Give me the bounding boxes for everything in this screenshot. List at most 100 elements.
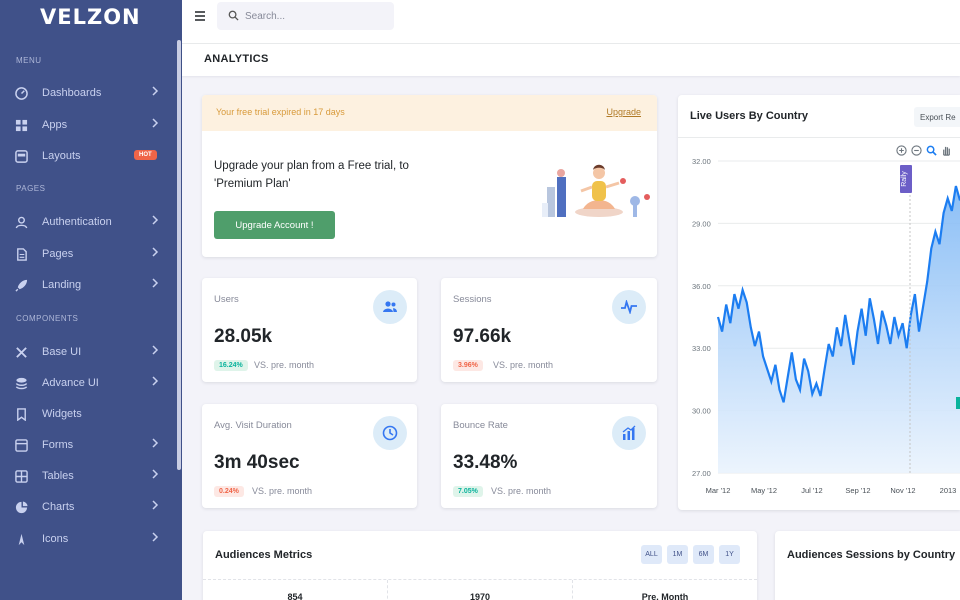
x-tick-label: Nov '12 (890, 486, 915, 495)
sessions-by-country-card: Audiences Sessions by Country (775, 531, 960, 600)
sidebar-item-pages[interactable]: Pages (0, 241, 176, 267)
sidebar-item-label: Apps (42, 119, 68, 131)
search-input[interactable] (245, 8, 385, 24)
summary-cell: 854 (203, 580, 388, 600)
chevron-right-icon (151, 531, 159, 545)
chevron-right-icon (151, 277, 159, 291)
x-tick-label: May '12 (751, 486, 777, 495)
chevron-right-icon (151, 437, 159, 451)
sidebar-item-advance-ui[interactable]: Advance UI (0, 370, 176, 396)
users-icon (373, 290, 407, 324)
trial-notice-bar: Your free trial expired in 17 days Upgra… (202, 95, 657, 131)
stat-value: 28.05k (214, 326, 273, 347)
apps-grid-icon (14, 118, 28, 132)
annotation-label: Rally (901, 171, 908, 187)
upgrade-card: Your free trial expired in 17 days Upgra… (202, 95, 657, 257)
forms-icon (14, 438, 28, 452)
stat-card-bounce-rate: Bounce Rate 33.48% 7.05% VS. pre. month (441, 404, 657, 508)
filter-6m-button[interactable]: 6M (693, 545, 714, 564)
x-tick-label: Mar '12 (706, 486, 731, 495)
section-title-menu: MENU (16, 56, 42, 65)
layouts-icon (14, 149, 28, 163)
sidebar-item-tables[interactable]: Tables (0, 463, 176, 489)
sidebar-item-charts[interactable]: Charts (0, 494, 176, 520)
sidebar-item-label: Icons (42, 533, 69, 545)
filter-1m-button[interactable]: 1M (667, 545, 688, 564)
sessions-by-country-title: Audiences Sessions by Country (787, 549, 956, 561)
sidebar-item-label: Pages (42, 248, 74, 260)
audiences-summary-row: 854 1970 Pre. Month (203, 579, 757, 600)
x-tick-label: Jul '12 (801, 486, 822, 495)
sidebar-item-icons[interactable]: Icons (0, 526, 176, 552)
sidebar-item-label: Base UI (42, 346, 82, 358)
y-tick-label: 29.00 (692, 219, 711, 228)
chevron-right-icon (151, 468, 159, 482)
stat-value: 3m 40sec (214, 452, 300, 473)
sidebar-item-dashboards[interactable]: Dashboards (0, 80, 176, 106)
stat-card-users: Users 28.05k 16.24% VS. pre. month (202, 278, 417, 382)
sidebar-item-label: Dashboards (42, 87, 102, 99)
compass-icon (14, 532, 28, 546)
upgrade-account-button[interactable]: Upgrade Account ! (214, 211, 335, 239)
sidebar-item-label: Tables (42, 470, 74, 482)
stat-label: Avg. Visit Duration (214, 420, 292, 431)
summary-value: 854 (287, 592, 303, 600)
stat-value: 33.48% (453, 452, 518, 473)
sidebar-item-landing[interactable]: Landing (0, 272, 176, 298)
dashboard-icon (14, 86, 28, 100)
stat-change-badge: 7.05% (453, 486, 483, 497)
stack-icon (14, 376, 28, 390)
stat-comparison-text: VS. pre. month (252, 486, 313, 496)
card-divider (678, 137, 960, 138)
sidebar-item-widgets[interactable]: Widgets (0, 401, 176, 427)
pie-chart-icon (14, 500, 28, 514)
hot-badge: HOT (134, 150, 157, 160)
upgrade-link[interactable]: Upgrade (606, 107, 641, 117)
sidebar-item-label: Widgets (42, 408, 82, 420)
sidebar-item-base-ui[interactable]: Base UI (0, 339, 176, 365)
sidebar-item-label: Layouts (42, 150, 81, 162)
sidebar-item-apps[interactable]: Apps (0, 112, 176, 138)
pulse-icon (612, 290, 646, 324)
sidebar-scrollbar[interactable] (177, 40, 181, 470)
sidebar-item-label: Authentication (42, 216, 112, 228)
stat-label: Sessions (453, 294, 492, 305)
sidebar-item-layouts[interactable]: Layouts HOT (0, 143, 176, 169)
section-title-components: COMPONENTS (16, 314, 79, 323)
clock-icon (373, 416, 407, 450)
sidebar-item-authentication[interactable]: Authentication (0, 209, 176, 235)
upgrade-message: Upgrade your plan from a Free trial, to … (214, 160, 409, 190)
y-tick-label: 27.00 (692, 469, 711, 478)
filter-1y-button[interactable]: 1Y (719, 545, 740, 564)
sidebar-item-label: Landing (42, 279, 82, 291)
live-users-chart[interactable]: 32.00 29.00 36.00 33.00 30.00 27.00 Mar '12 Ma… (678, 153, 960, 503)
stat-change-badge: 0.24% (214, 486, 244, 497)
audiences-metrics-card: Audiences Metrics ALL 1M 6M 1Y 854 1970 … (203, 531, 757, 600)
stat-card-sessions: Sessions 97.66k 3.96% VS. pre. month (441, 278, 657, 382)
export-report-button[interactable]: Export Re (914, 107, 960, 127)
summary-value: 1970 (469, 592, 491, 600)
stat-comparison-text: VS. pre. month (254, 360, 315, 370)
filter-all-button[interactable]: ALL (641, 545, 662, 564)
hamburger-menu-icon[interactable] (194, 9, 208, 23)
sidebar-item-label: Advance UI (42, 377, 99, 389)
period-filter-group: ALL 1M 6M 1Y (641, 545, 740, 564)
sidebar-item-forms[interactable]: Forms (0, 432, 176, 458)
stat-comparison-text: VS. pre. month (493, 360, 554, 370)
chevron-right-icon (151, 117, 159, 131)
stat-card-avg-visit: Avg. Visit Duration 3m 40sec 0.24% VS. p… (202, 404, 417, 508)
app-logo[interactable]: VELZON (40, 5, 141, 29)
x-tick-label: 2013 (940, 486, 957, 495)
stat-value: 97.66k (453, 326, 512, 347)
annotation-point (956, 397, 960, 409)
y-tick-label: 30.00 (692, 407, 711, 416)
yoga-illustration (537, 157, 652, 219)
chevron-right-icon (151, 344, 159, 358)
tools-icon (14, 345, 28, 359)
page-title: ANALYTICS (204, 53, 269, 65)
chevron-right-icon (151, 375, 159, 389)
trial-notice-text: Your free trial expired in 17 days (216, 107, 345, 117)
stat-comparison-text: VS. pre. month (491, 486, 552, 496)
stat-change-badge: 16.24% (214, 360, 248, 371)
bar-chart-icon (612, 416, 646, 450)
